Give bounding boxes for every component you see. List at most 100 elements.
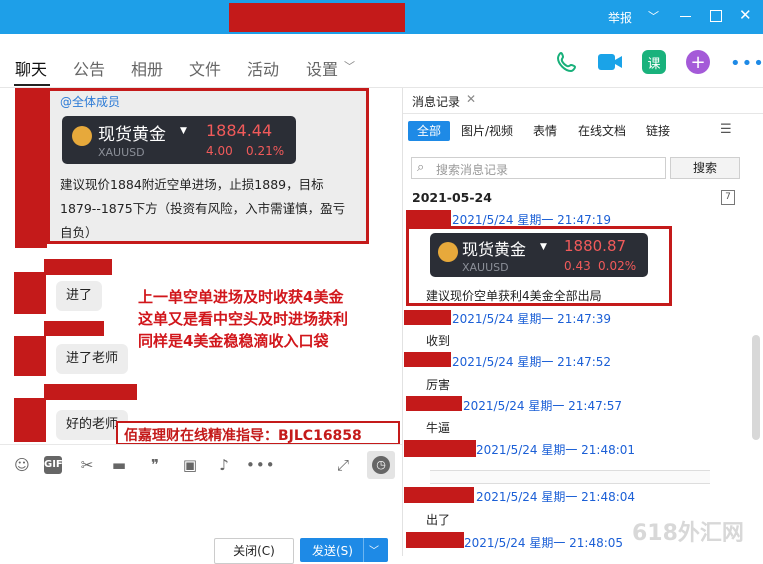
- filter-all[interactable]: 全部: [408, 121, 451, 141]
- send-split-divider: [363, 538, 364, 562]
- clock-icon: ◷: [372, 456, 390, 474]
- gold-card-title: 现货黄金: [98, 125, 166, 145]
- redacted-avatar: [15, 88, 47, 248]
- tab-album[interactable]: 相册: [131, 56, 163, 80]
- gold-card-title: 现货黄金: [462, 240, 527, 259]
- history-image-thumbnail[interactable]: [430, 470, 710, 484]
- redacted-sender: [406, 210, 451, 226]
- image-icon[interactable]: ▣: [181, 456, 199, 474]
- search-icon: ⌕: [417, 160, 425, 175]
- history-timestamp: 2021/5/24 星期一 21:47:57: [463, 399, 623, 413]
- folder-icon[interactable]: ▬: [110, 456, 128, 474]
- video-call-icon[interactable]: [597, 51, 623, 76]
- promo-banner-text: 佰嘉理财在线精准指导：BJLC16858: [124, 428, 362, 444]
- gold-card-percent: 0.02%: [598, 259, 637, 273]
- send-button[interactable]: 发送(S) ﹀: [300, 538, 388, 562]
- chevron-down-icon[interactable]: ﹀: [369, 542, 379, 557]
- history-timestamp: 2021/5/24 星期一 21:48:04: [476, 490, 636, 504]
- filter-links[interactable]: 链接: [646, 121, 670, 141]
- history-message: 出了: [426, 513, 451, 527]
- gold-card-change: 0.43: [564, 259, 591, 273]
- teacher-post-bubble: [47, 88, 369, 244]
- close-icon[interactable]: ✕: [466, 92, 476, 106]
- send-button-label: 发送(S): [312, 544, 353, 558]
- class-icon[interactable]: 课: [642, 50, 666, 74]
- close-icon[interactable]: ✕: [739, 6, 752, 24]
- scissors-icon[interactable]: ✂: [78, 456, 96, 474]
- gold-quote-card[interactable]: 现货黄金 ▼ XAUUSD 1880.87 0.43 0.02%: [430, 233, 648, 277]
- chat-bubble: 进了: [56, 281, 103, 311]
- filter-docs[interactable]: 在线文档: [578, 121, 626, 141]
- chat-bubble: 进了老师: [56, 344, 129, 374]
- post-line-2: 1879--1875下方（投资有风险，入市需谨慎，盈亏: [60, 201, 346, 216]
- mention-text: @全体成员: [60, 95, 121, 109]
- scrollbar-thumb[interactable]: [752, 335, 760, 440]
- promo-line-3: 同样是4美金稳稳滴收入口袋: [138, 332, 329, 350]
- more-icon[interactable]: •••: [246, 456, 275, 474]
- chevron-down-icon: ﹀: [344, 60, 355, 73]
- history-timestamp: 2021/5/24 星期一 21:48:01: [476, 443, 636, 457]
- report-button[interactable]: 举报: [608, 9, 632, 26]
- maximize-icon[interactable]: [710, 10, 722, 22]
- quote-icon[interactable]: ❞: [146, 456, 164, 474]
- redacted-sender: [404, 440, 476, 457]
- post-line-3: 自负）: [60, 225, 98, 240]
- close-button[interactable]: 关闭(C): [214, 538, 294, 564]
- redacted-sender: [404, 310, 451, 325]
- search-button[interactable]: 搜索: [670, 157, 740, 179]
- history-message: 厉害: [426, 378, 451, 392]
- promo-line-2: 这单又是看中空头及时进场获利: [138, 310, 349, 328]
- calendar-icon[interactable]: 7: [721, 190, 735, 205]
- history-message: 建议现价空单获利4美金全部出局: [426, 289, 602, 303]
- redacted-sender: [406, 396, 462, 411]
- post-line-1: 建议现价1884附近空单进场，止损1889，目标: [60, 177, 324, 192]
- redacted-sender: [404, 487, 474, 503]
- tab-activities[interactable]: 活动: [247, 56, 279, 80]
- expand-icon[interactable]: ⤢: [334, 456, 352, 474]
- history-message: 收到: [426, 334, 451, 348]
- history-message: 牛逼: [426, 421, 451, 435]
- history-timestamp: 2021/5/24 星期一 21:47:39: [452, 312, 612, 326]
- gold-card-percent: 0.21%: [246, 144, 285, 158]
- tab-files[interactable]: 文件: [189, 56, 221, 80]
- filter-stickers[interactable]: 表情: [533, 121, 557, 141]
- gold-quote-card[interactable]: 现货黄金 ▼ XAUUSD 1884.44 4.00 0.21%: [62, 116, 296, 164]
- redacted-sender: [406, 532, 464, 548]
- active-tab-indicator: [14, 84, 50, 86]
- redacted-name: [44, 384, 137, 400]
- history-header-divider: [403, 113, 763, 114]
- minimize-icon[interactable]: [680, 16, 691, 17]
- compose-divider: [0, 444, 402, 445]
- history-tab[interactable]: 消息记录: [412, 93, 460, 110]
- history-date: 2021-05-24: [412, 190, 492, 205]
- gold-card-price: 1880.87: [564, 237, 627, 255]
- caret-down-icon: ▼: [540, 242, 547, 252]
- phone-icon[interactable]: [555, 50, 579, 77]
- gold-coin-icon: [72, 126, 92, 146]
- tab-announcement[interactable]: 公告: [73, 56, 105, 80]
- filter-media[interactable]: 图片/视频: [461, 121, 513, 141]
- watermark: 618外汇网: [632, 521, 744, 546]
- tab-chat[interactable]: 聊天: [15, 56, 47, 80]
- gold-coin-icon: [438, 242, 458, 262]
- more-icon[interactable]: •••: [730, 53, 763, 74]
- panel-divider: [402, 88, 403, 556]
- gold-card-price: 1884.44: [206, 121, 273, 140]
- gif-icon[interactable]: GIF: [44, 456, 63, 474]
- history-button[interactable]: ◷: [367, 451, 395, 479]
- redacted-avatar: [14, 398, 46, 442]
- search-input[interactable]: ⌕ 搜索消息记录: [411, 157, 666, 179]
- history-timestamp: 2021/5/24 星期一 21:47:52: [452, 355, 612, 369]
- gold-card-change: 4.00: [206, 144, 233, 158]
- add-app-icon[interactable]: +: [686, 50, 710, 74]
- promo-banner: 佰嘉理财在线精准指导：BJLC16858: [116, 421, 400, 445]
- tab-settings[interactable]: 设置: [306, 56, 338, 80]
- history-timestamp: 2021/5/24 星期一 21:48:05: [464, 536, 624, 550]
- bell-icon[interactable]: ♪: [215, 456, 233, 474]
- promo-line-1: 上一单空单进场及时收获4美金: [138, 288, 344, 306]
- chevron-down-icon[interactable]: ﹀: [648, 8, 659, 24]
- gold-card-code: XAUUSD: [98, 146, 145, 159]
- redacted-name: [44, 259, 112, 275]
- emoji-icon[interactable]: ☺: [13, 456, 31, 474]
- filter-settings-icon[interactable]: ☰: [720, 122, 732, 137]
